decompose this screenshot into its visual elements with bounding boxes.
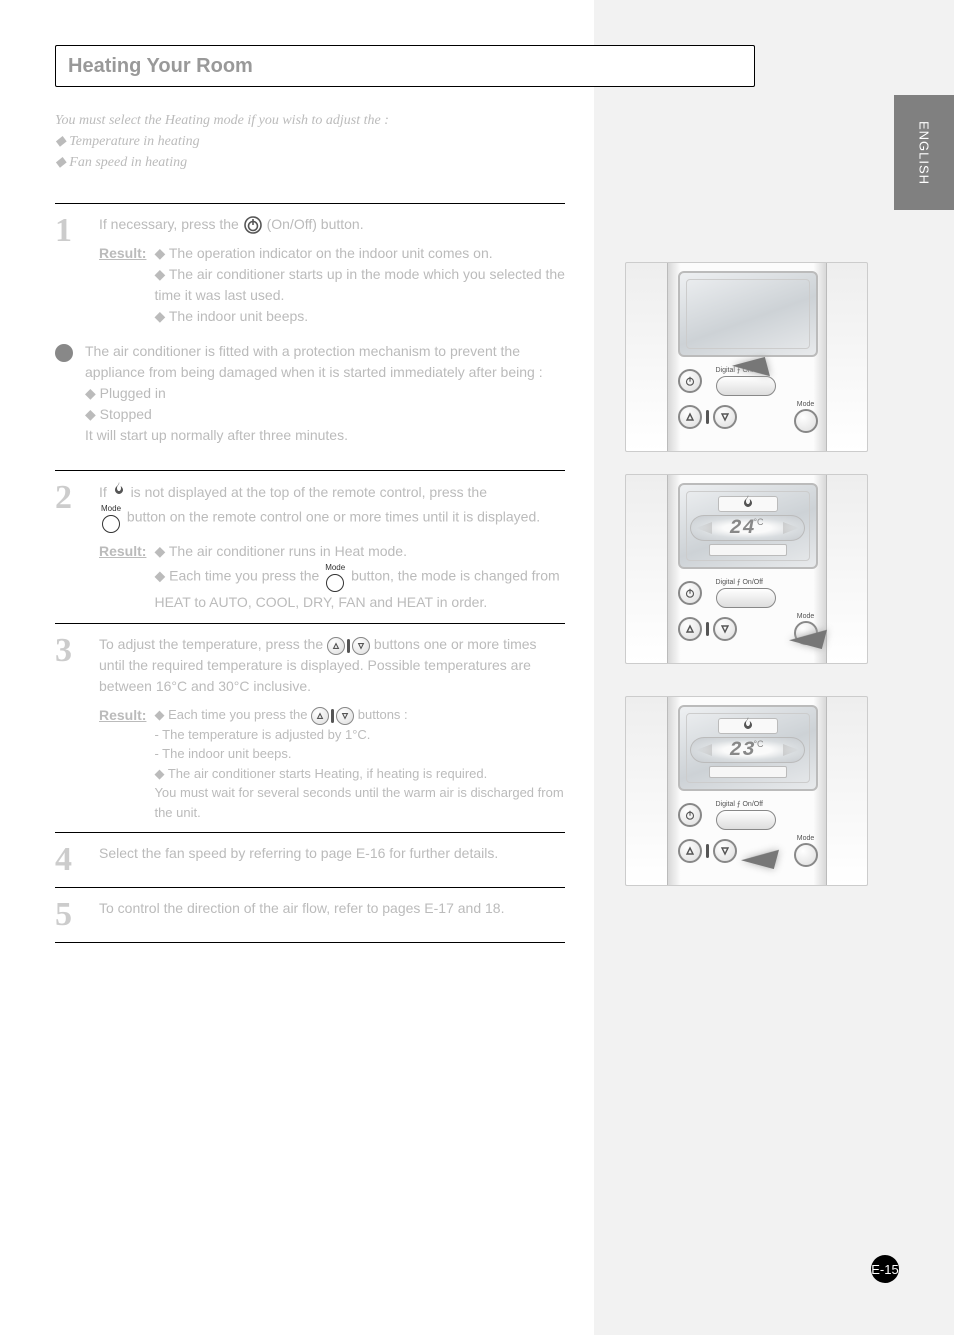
step3-text-b: buttons one or more times (374, 636, 537, 652)
note-text: The air conditioner is fitted with a pro… (85, 341, 565, 446)
step-4: 4 Select the fan speed by referring to p… (55, 843, 565, 877)
step3-text-c: until the required temperature is displa… (99, 657, 531, 673)
step3-result-1b: buttons : (358, 707, 408, 722)
step3-text-d: between 16°C and 30°C inclusive. (99, 678, 311, 694)
heat-icon (740, 716, 756, 737)
lcd-mode-indicator (718, 496, 778, 512)
thermometer-icon (706, 410, 709, 424)
step-5: 5 To control the direction of the air fl… (55, 898, 565, 932)
step3-result-1: ◆ Each time you press the (154, 707, 307, 722)
lcd-temp-display: 24°C (690, 515, 805, 541)
divider (55, 203, 565, 204)
temp-up-button[interactable] (678, 839, 702, 863)
lcd-screen (678, 271, 818, 357)
mode-button[interactable] (794, 409, 818, 433)
step3-result-2: - The temperature is adjusted by 1°C. (154, 725, 565, 745)
step-number: 4 (55, 843, 85, 877)
step1-result-2: ◆ The air conditioner starts up in the m… (154, 264, 565, 306)
page-title-box: Heating Your Room (55, 45, 755, 87)
mode-label: Mode (797, 401, 815, 408)
step-number: 5 (55, 898, 85, 932)
language-tab: ENGLISH (894, 95, 954, 210)
note-protection: The air conditioner is fitted with a pro… (55, 341, 565, 446)
step3-result-3: - The indoor unit beeps. (154, 744, 565, 764)
divider (55, 470, 565, 471)
lcd-temp-display: 23°C (690, 737, 805, 763)
remote-illustration-1: Digital ⨍ On/Off Mode (625, 262, 868, 452)
bullet-icon (55, 344, 73, 362)
step3-result-5: You must wait for several seconds until … (154, 783, 565, 822)
step-number: 2 (55, 481, 85, 613)
power-button[interactable] (678, 581, 702, 605)
temp-up-button[interactable] (678, 617, 702, 641)
digital-onoff-label: Digital ⨍ On/Off (716, 800, 763, 808)
divider (55, 887, 565, 888)
step2-result-1: ◆ The air conditioner runs in Heat mode. (154, 541, 565, 562)
digital-onoff-button[interactable] (716, 588, 776, 608)
step3-text: To adjust the temperature, press the (99, 636, 323, 652)
divider (55, 942, 565, 943)
lcd-fan-bar (709, 766, 787, 778)
heat-icon (740, 494, 756, 515)
page-number: E-15 (871, 1255, 899, 1283)
step-number: 1 (55, 214, 85, 327)
mode-button-icon: Mode (101, 503, 121, 533)
thermometer-icon (706, 844, 709, 858)
result-label: Result: (99, 705, 146, 822)
mode-label: Mode (797, 835, 815, 842)
temp-up-button[interactable] (678, 405, 702, 429)
page-title: Heating Your Room (68, 55, 253, 78)
power-icon (243, 215, 263, 235)
digital-onoff-button[interactable] (716, 810, 776, 830)
intro-text: You must select the Heating mode if you … (55, 110, 565, 173)
mode-button[interactable] (794, 843, 818, 867)
temp-buttons-icon (327, 637, 370, 655)
step-3: 3 To adjust the temperature, press the b… (55, 634, 565, 822)
temp-down-button[interactable] (713, 839, 737, 863)
mode-button-icon: Mode (325, 562, 345, 592)
power-button[interactable] (678, 369, 702, 393)
mode-label: Mode (797, 613, 815, 620)
remote-illustration-2: 24°C Digital ⨍ On/Off Mode (625, 474, 868, 664)
language-tab-label: ENGLISH (917, 120, 932, 184)
step-1: 1 If necessary, press the (On/Off) butto… (55, 214, 565, 327)
lcd-screen: 24°C (678, 483, 818, 569)
result-label: Result: (99, 541, 146, 613)
step2-text: If (99, 484, 107, 500)
lcd-screen: 23°C (678, 705, 818, 791)
step2-result-2: ◆ Each time you press the (154, 568, 319, 584)
temp-down-button[interactable] (713, 617, 737, 641)
result-label: Result: (99, 243, 146, 327)
step-2: 2 If is not displayed at the top of the … (55, 481, 565, 613)
step1-result-3: ◆ The indoor unit beeps. (154, 306, 565, 327)
step2-text-c: button on the remote control one or more… (127, 509, 540, 525)
thermometer-icon (706, 622, 709, 636)
step-number: 3 (55, 634, 85, 822)
step2-text-b: is not displayed at the top of the remot… (131, 484, 487, 500)
step4-text: Select the fan speed by referring to pag… (99, 843, 565, 877)
temp-down-button[interactable] (713, 405, 737, 429)
lcd-mode-indicator (718, 718, 778, 734)
step3-result-4: ◆ The air conditioner starts Heating, if… (154, 764, 565, 784)
main-content: You must select the Heating mode if you … (55, 110, 565, 953)
temp-buttons-icon (311, 707, 354, 725)
step1-text-b: (On/Off) button. (267, 216, 364, 232)
divider (55, 832, 565, 833)
lcd-fan-bar (709, 544, 787, 556)
heat-icon (111, 484, 131, 500)
power-button[interactable] (678, 803, 702, 827)
digital-onoff-label: Digital ⨍ On/Off (716, 578, 763, 586)
step1-text: If necessary, press the (99, 216, 239, 232)
divider (55, 623, 565, 624)
step1-result-1: ◆ The operation indicator on the indoor … (154, 243, 565, 264)
step5-text: To control the direction of the air flow… (99, 898, 565, 932)
remote-illustration-3: 23°C Digital ⨍ On/Off Mode (625, 696, 868, 886)
